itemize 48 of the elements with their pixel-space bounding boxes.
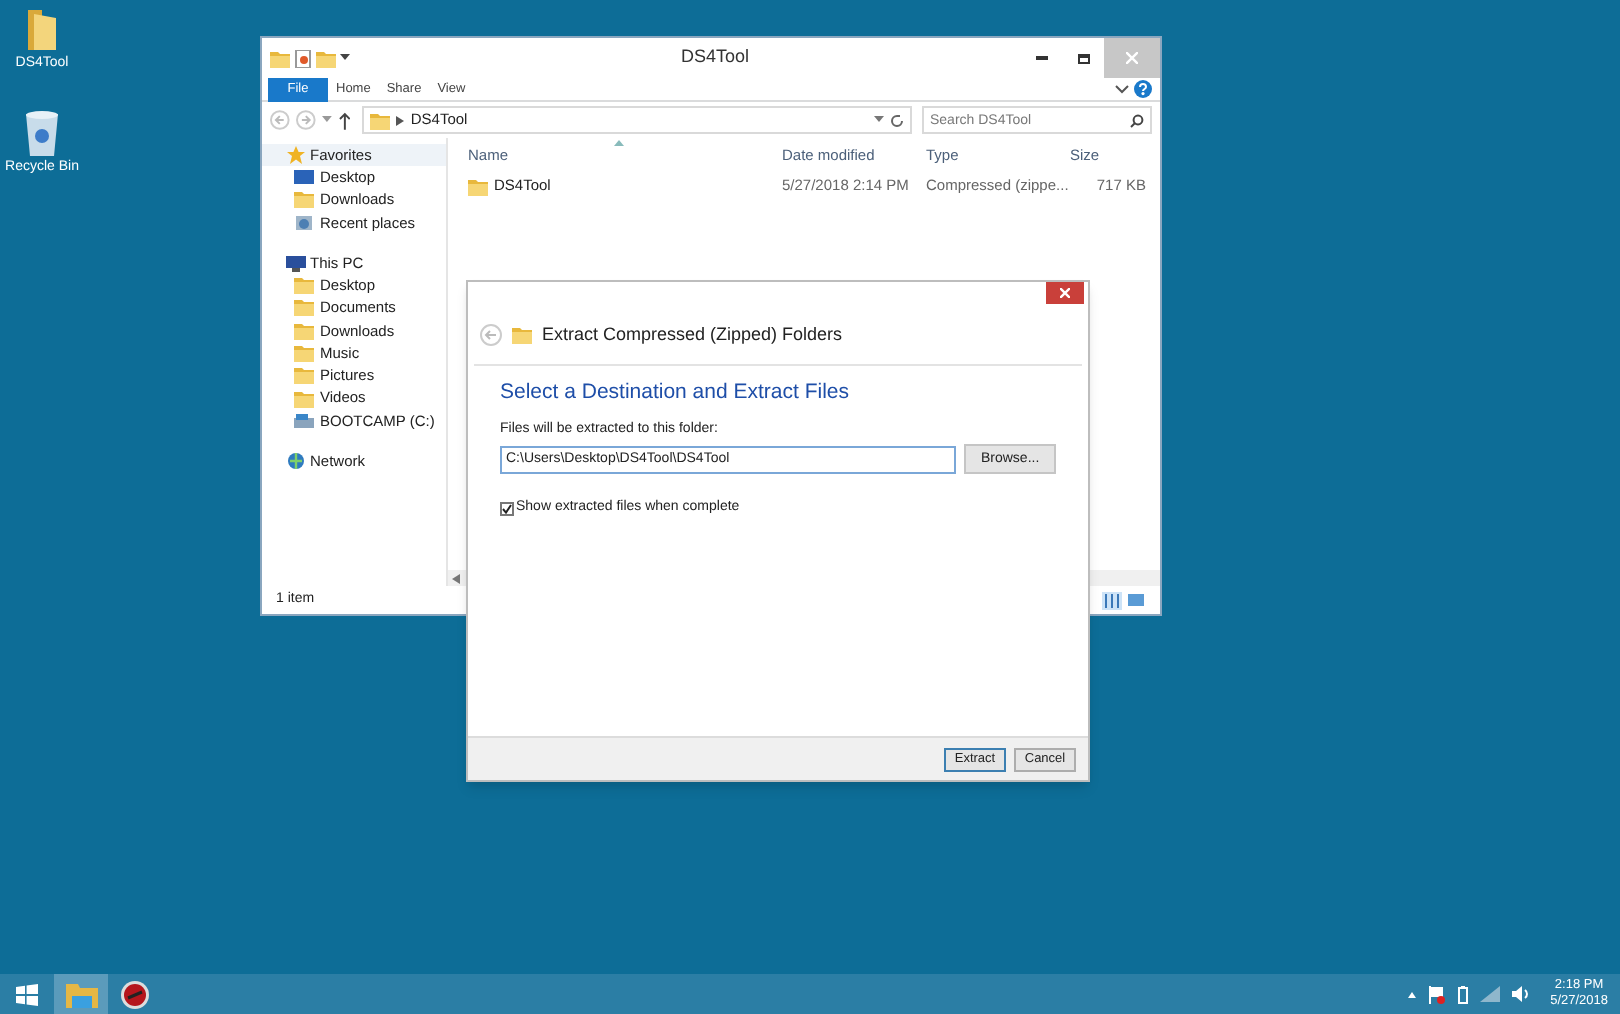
scroll-left-icon[interactable] xyxy=(452,573,460,583)
refresh-icon[interactable] xyxy=(889,113,904,127)
properties-icon[interactable] xyxy=(294,49,312,67)
folder-icon xyxy=(468,177,488,195)
volume-icon[interactable] xyxy=(1512,986,1531,1002)
dropdown-caret-icon[interactable] xyxy=(873,116,884,124)
desktop-icon xyxy=(294,168,314,187)
new-folder-icon xyxy=(316,49,336,67)
folder-icon xyxy=(294,343,314,362)
show-hidden-icons-icon[interactable] xyxy=(1408,991,1417,997)
close-icon xyxy=(1060,288,1070,298)
checkbox[interactable] xyxy=(500,502,514,516)
details-view-icon[interactable] xyxy=(1102,591,1122,609)
close-icon xyxy=(1126,52,1138,64)
folder-icon[interactable] xyxy=(26,8,58,52)
dialog-title: Extract Compressed (Zipped) Folders xyxy=(542,321,843,348)
folder-icon xyxy=(294,321,314,340)
flag-icon[interactable] xyxy=(1428,985,1447,1003)
drive-icon xyxy=(294,411,314,430)
chevron-down-icon[interactable] xyxy=(1114,83,1130,95)
folder-icon xyxy=(512,326,532,344)
close-button[interactable] xyxy=(1046,282,1084,304)
large-icons-view-icon[interactable] xyxy=(1126,591,1146,609)
folder-icon xyxy=(294,389,314,408)
battery-icon[interactable] xyxy=(1458,985,1469,1003)
window-title: DS4Tool xyxy=(678,44,752,71)
folder-icon xyxy=(294,366,314,385)
network-icon xyxy=(286,451,306,470)
recycle-bin-icon[interactable] xyxy=(24,109,60,155)
folder-icon xyxy=(65,981,97,1007)
folder-icon xyxy=(294,276,314,295)
breadcrumb-arrow-icon xyxy=(396,115,405,125)
folder-icon xyxy=(294,298,314,317)
recent-places-icon xyxy=(294,213,314,232)
folder-icon xyxy=(370,111,391,129)
search-icon xyxy=(1129,113,1144,127)
folder-icon xyxy=(294,190,314,209)
up-arrow-icon[interactable] xyxy=(337,111,351,129)
dialog-heading: Select a Destination and Extract Files xyxy=(500,378,852,408)
speedometer-icon xyxy=(120,979,150,1009)
folder-icon xyxy=(270,49,290,67)
windows-logo-icon xyxy=(16,983,38,1005)
checkmark-icon xyxy=(502,504,512,514)
dropdown-caret-icon[interactable] xyxy=(340,54,350,62)
star-icon xyxy=(286,146,306,164)
computer-icon xyxy=(286,253,306,272)
help-icon[interactable] xyxy=(1134,80,1152,98)
sort-arrow-icon xyxy=(614,140,624,146)
